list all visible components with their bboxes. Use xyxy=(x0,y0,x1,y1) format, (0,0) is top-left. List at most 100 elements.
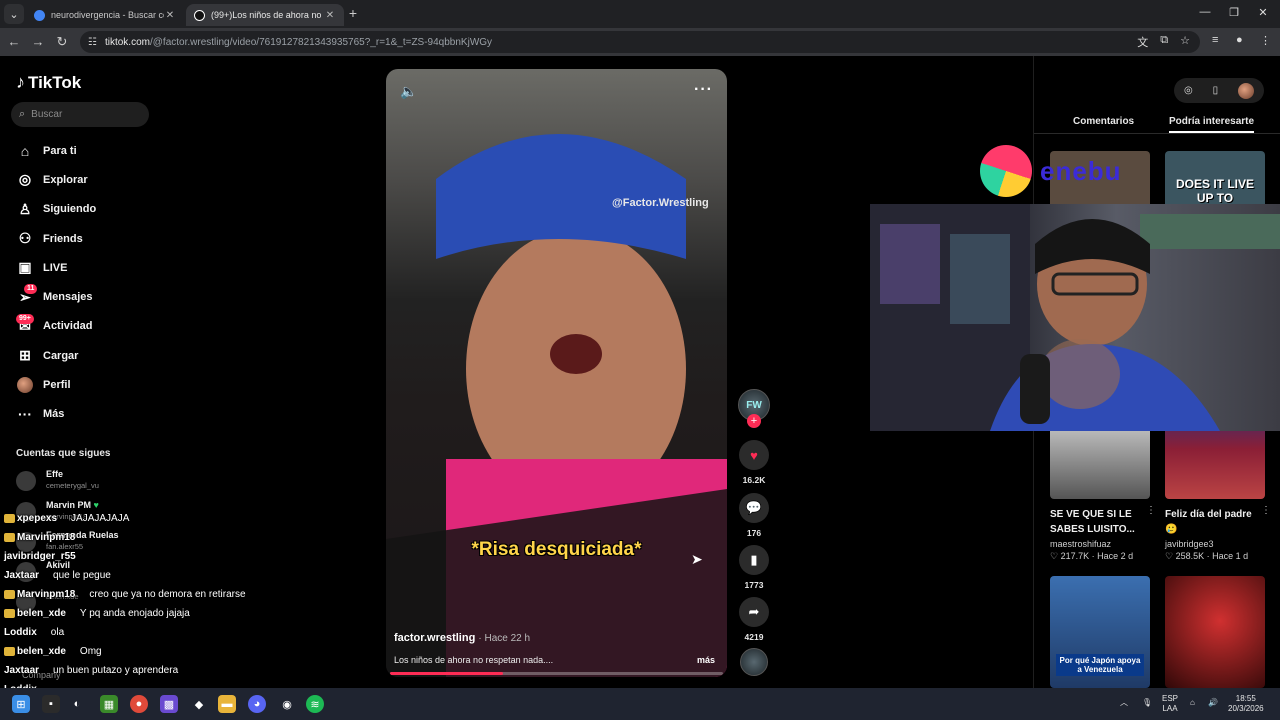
nav-perfil[interactable]: Perfil xyxy=(16,370,96,399)
obs-icon[interactable]: ◆ xyxy=(190,695,208,713)
microphone-icon[interactable]: 🎙 xyxy=(1142,698,1152,708)
nav-explorar[interactable]: ◎ Explorar xyxy=(16,165,96,194)
chat-message: javibridger_r55 xyxy=(0,551,90,562)
nav-actividad[interactable]: ✉ 99+ Actividad xyxy=(16,312,96,341)
save-button[interactable]: ▮ 1773 xyxy=(736,545,772,590)
search-input[interactable] xyxy=(31,109,132,120)
volume-icon[interactable]: 🔊 xyxy=(1208,698,1218,708)
share-button[interactable]: ➦ 4219 xyxy=(736,597,772,642)
sound-disc-icon xyxy=(740,648,768,676)
browser-menu-icon[interactable]: ⋮ xyxy=(1260,34,1271,47)
chat-message: belen_xde Y pq anda enojado jajaja xyxy=(0,608,190,619)
search-box[interactable]: ⌕ xyxy=(11,102,149,127)
video-card[interactable]: Por qué Japón apoya a Venezuela xyxy=(1050,576,1150,688)
logo-text: TikTok xyxy=(28,72,82,92)
bookmark-star-icon[interactable]: ☆ xyxy=(1180,34,1190,50)
card-author: javibridgee3 xyxy=(1165,539,1214,549)
video-player[interactable]: 🔈 ··· @Factor.Wrestling *Risa desquiciad… xyxy=(386,69,727,677)
tray-expand-icon[interactable]: ︿ xyxy=(1120,698,1128,708)
reload-icon[interactable]: ↻ xyxy=(54,34,70,50)
compass-icon[interactable]: ◎ xyxy=(1184,85,1193,96)
video-card[interactable] xyxy=(1165,576,1265,688)
windows-start-icon[interactable]: ⊞ xyxy=(12,695,30,713)
author-avatar-button[interactable]: FW + xyxy=(736,389,772,428)
more-options-icon[interactable]: ··· xyxy=(694,81,713,99)
video-progress-bar[interactable] xyxy=(390,672,723,675)
install-icon[interactable]: ⧉ xyxy=(1160,34,1168,50)
activity-badge: 99+ xyxy=(16,313,34,324)
follow-plus-icon[interactable]: + xyxy=(747,414,761,428)
chat-username: xpepexs xyxy=(17,513,58,524)
chat-username: Jaxtaar xyxy=(4,665,40,676)
spotify-icon[interactable]: ≋ xyxy=(306,695,324,713)
thumbnail-text: DOES IT LIVE UP TO xyxy=(1175,177,1254,205)
card-stats: ♡ 258.5K · Hace 1 d xyxy=(1165,551,1249,561)
nav-cargar[interactable]: ⊞ Cargar xyxy=(16,341,96,370)
terminal-icon[interactable]: ▪ xyxy=(42,695,60,713)
nav-label: Perfil xyxy=(43,379,71,392)
nav-live[interactable]: ▣ LIVE xyxy=(16,253,96,282)
maximize-icon[interactable]: ❐ xyxy=(1225,6,1243,19)
nav-mas[interactable]: ··· Más xyxy=(16,400,96,429)
close-tab-icon[interactable]: ✕ xyxy=(324,10,336,21)
account-name: Marvin PM ♥ xyxy=(46,500,99,510)
nav-siguiendo[interactable]: ♙ Siguiendo xyxy=(16,195,96,224)
forward-icon[interactable]: → xyxy=(30,34,46,50)
phone-icon[interactable]: ▯ xyxy=(1213,85,1219,96)
comment-button[interactable]: 💬 176 xyxy=(736,493,772,538)
chrome-icon[interactable]: ● xyxy=(130,695,148,713)
site-info-icon[interactable]: ☷ xyxy=(88,37,97,48)
steam-icon[interactable]: ◉ xyxy=(278,695,296,713)
nav-mensajes[interactable]: ➢ 11 Mensajes xyxy=(16,282,96,311)
messages-badge: 11 xyxy=(24,284,38,295)
tab-search-menu-icon[interactable]: ⌄ xyxy=(4,4,24,24)
comment-count: 176 xyxy=(746,528,762,538)
volume-icon[interactable]: 🔈 xyxy=(400,83,417,100)
back-icon[interactable]: ← xyxy=(6,34,22,50)
video-time: · Hace 22 h xyxy=(478,633,531,644)
language-indicator[interactable]: ESP LAA xyxy=(1162,694,1178,714)
edge-icon[interactable]: ◐ xyxy=(68,695,86,713)
network-icon[interactable]: ⌂ xyxy=(1190,698,1195,708)
card-menu-icon[interactable]: ⋮ xyxy=(1261,505,1271,516)
profile-icon xyxy=(16,376,34,394)
sidebar-nav: ⌂ Para ti ◎ Explorar ♙ Siguiendo ⚇ Frien… xyxy=(16,136,96,429)
chat-username: belen_xde xyxy=(17,608,66,619)
avatar[interactable] xyxy=(1238,82,1255,99)
more-link[interactable]: más xyxy=(697,655,715,665)
crown-badge-icon xyxy=(4,589,15,599)
save-count: 1773 xyxy=(744,580,764,590)
account-handle: cemeterygal_vu xyxy=(46,481,99,490)
translate-icon[interactable]: 文 xyxy=(1137,34,1148,50)
nav-friends[interactable]: ⚇ Friends xyxy=(16,224,96,253)
like-button[interactable]: ♥ 16.2K xyxy=(736,440,772,485)
discord-icon[interactable]: ◕ xyxy=(248,695,266,713)
video-author[interactable]: factor.wrestling xyxy=(394,632,475,644)
chat-username: javibridger_r55 xyxy=(4,551,76,562)
tiktok-logo[interactable]: ♪ TikTok xyxy=(16,72,81,93)
card-menu-icon[interactable]: ⋮ xyxy=(1146,505,1156,516)
tab-podria-interesarte[interactable]: Podría interesarte xyxy=(1169,116,1255,133)
file-explorer-icon[interactable]: ▬ xyxy=(218,695,236,713)
sound-avatar-button[interactable] xyxy=(736,648,772,676)
minimize-icon[interactable]: — xyxy=(1196,6,1214,18)
clock[interactable]: 18:55 20/3/2026 xyxy=(1228,694,1264,714)
video-progress-fill xyxy=(390,672,504,675)
app-icon[interactable]: ▩ xyxy=(160,695,178,713)
avatar xyxy=(17,377,33,394)
tab-tiktok[interactable]: (99+)Los niños de ahora no respetan nada… xyxy=(186,4,344,26)
tab-google-search[interactable]: neurodivergencia - Buscar con Google ✕ xyxy=(26,4,184,26)
nav-para-ti[interactable]: ⌂ Para ti xyxy=(16,136,96,165)
tab-comentarios[interactable]: Comentarios xyxy=(1073,116,1134,127)
more-icon: ··· xyxy=(18,406,32,423)
chat-username: Marvinpm18 xyxy=(17,532,76,543)
close-window-icon[interactable]: ✕ xyxy=(1254,6,1272,19)
card-title: SE VE QUE SI LE SABES LUISITO... xyxy=(1050,509,1135,535)
new-tab-button[interactable]: + xyxy=(345,6,361,22)
close-tab-icon[interactable]: ✕ xyxy=(164,10,176,21)
url-field[interactable]: ☷ tiktok.com/@factor.wrestling/video/761… xyxy=(80,31,1200,53)
profile-icon[interactable]: ● xyxy=(1236,34,1243,46)
media-controls-icon[interactable]: ≡ xyxy=(1212,34,1218,46)
account-item[interactable]: Effe cemeterygal_vu xyxy=(16,469,99,491)
minecraft-icon[interactable]: ▦ xyxy=(100,695,118,713)
